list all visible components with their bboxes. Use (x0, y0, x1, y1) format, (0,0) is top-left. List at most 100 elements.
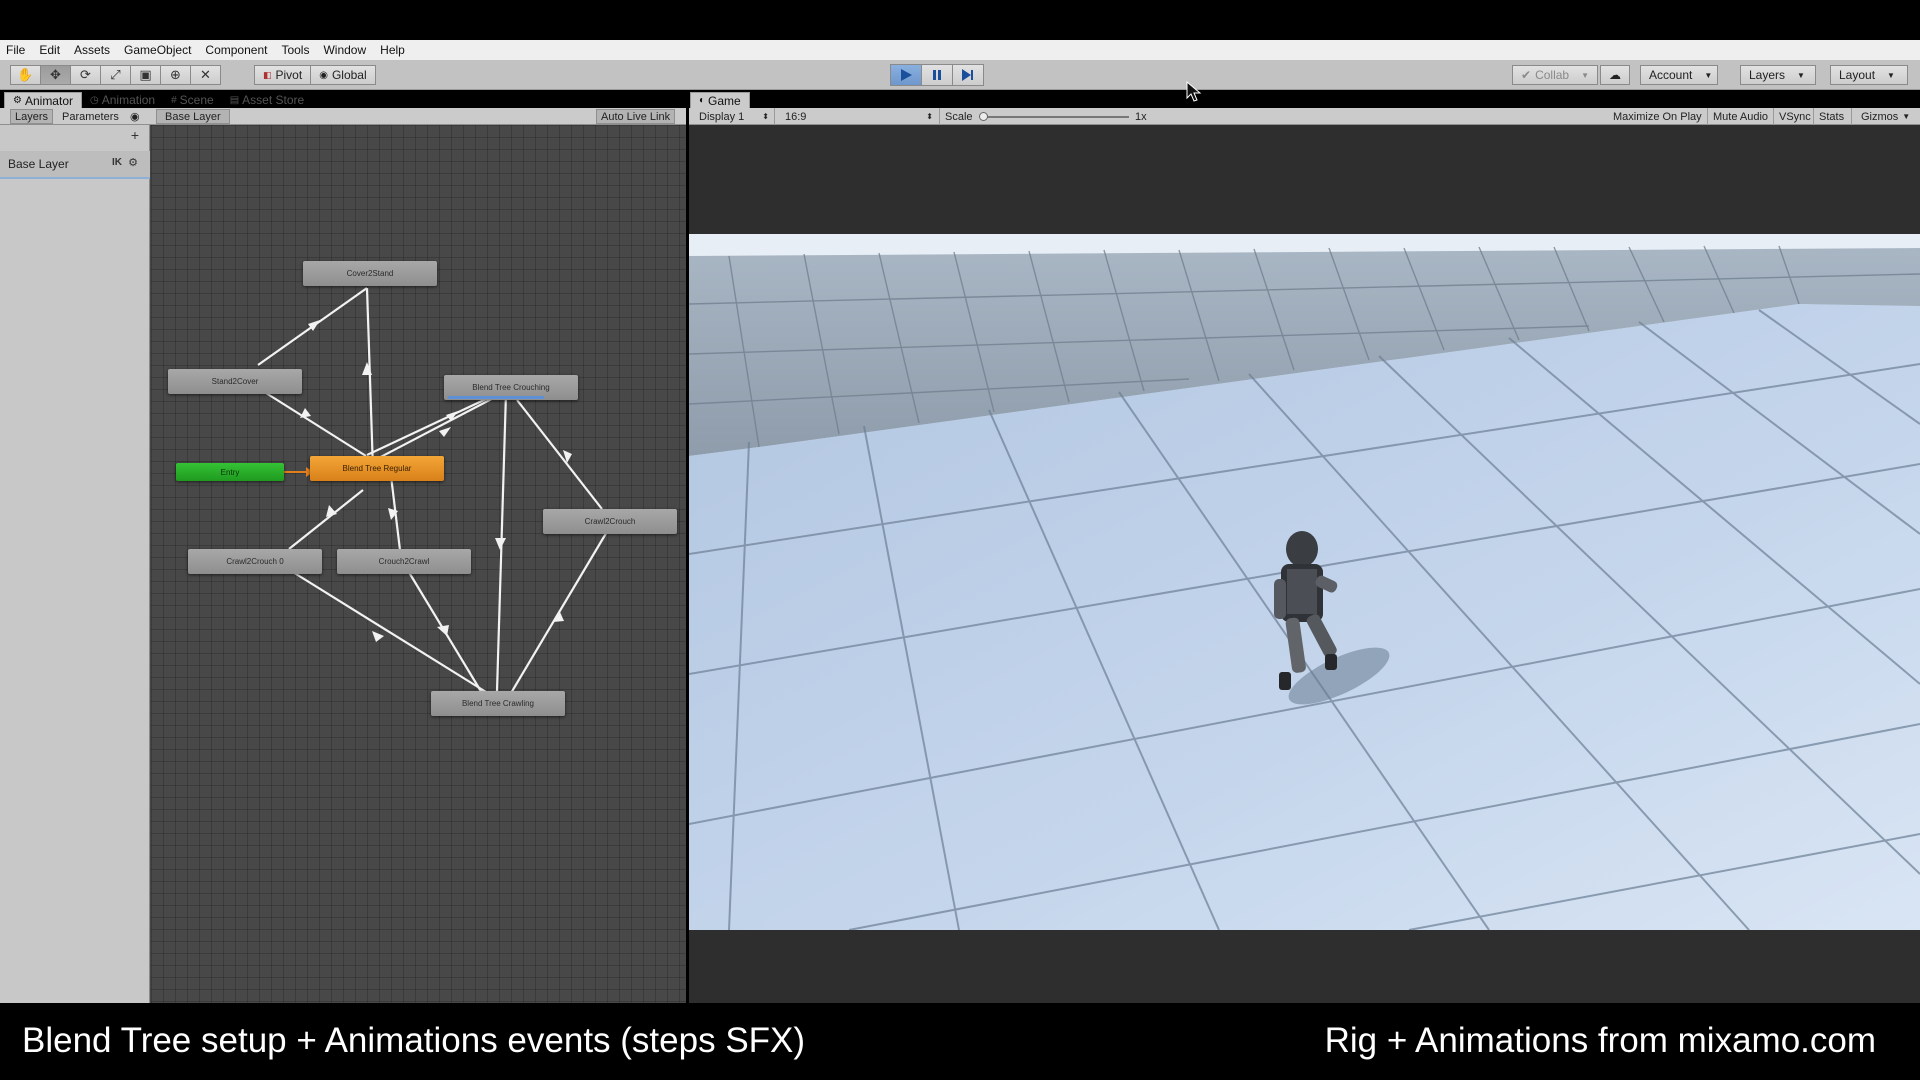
state-stand2cover[interactable]: Stand2Cover (168, 369, 302, 394)
hand-tool-button[interactable]: ✋ (10, 65, 41, 85)
scale-tool-button[interactable]: ⤢ (100, 65, 131, 85)
state-progress-bar (448, 396, 544, 399)
game-viewport[interactable] (689, 234, 1920, 930)
global-button[interactable]: ◉ Global (310, 65, 376, 85)
tools-icon: ✕ (200, 67, 211, 82)
layout-label: Layout (1839, 68, 1876, 82)
tab-game[interactable]: ◐ Game (690, 92, 750, 108)
menu-file[interactable]: File (6, 43, 25, 57)
menu-component[interactable]: Component (205, 43, 267, 57)
stats-toggle[interactable]: Stats (1819, 110, 1844, 123)
animator-icon: ⚙ (13, 95, 22, 106)
animator-panel: Layers Parameters ◉ Base Layer Auto Live… (0, 108, 686, 1003)
game-scene-render (689, 234, 1920, 930)
step-icon (962, 69, 973, 81)
tab-animator[interactable]: ⚙ Animator (4, 92, 82, 108)
account-label: Account (1649, 68, 1693, 82)
parameters-tab-button[interactable]: Parameters (58, 109, 123, 124)
display-dropdown[interactable]: Display 1 ⬍ (699, 110, 769, 123)
left-tab-row: ⚙ Animator ◷ Animation # Scene ▤ Asset Store (4, 92, 312, 108)
scale-slider-track[interactable] (981, 116, 1129, 118)
custom-tool-button[interactable]: ✕ (190, 65, 221, 85)
eye-toggle[interactable]: ◉ (126, 109, 144, 124)
move-tool-button[interactable]: ✥ (40, 65, 71, 85)
step-button[interactable] (952, 64, 984, 86)
state-blend-tree-crouching[interactable]: Blend Tree Crouching (444, 375, 578, 400)
layers-tab-button[interactable]: Layers (10, 109, 54, 124)
state-crouch2crawl[interactable]: Crouch2Crawl (337, 549, 471, 574)
layout-controls: Layout ▼ (1830, 65, 1908, 85)
transform-tool-button[interactable]: ⊕ (160, 65, 191, 85)
store-icon: ▤ (229, 94, 240, 106)
animator-graph[interactable]: Cover2Stand Stand2Cover Blend Tree Crouc… (151, 125, 686, 1003)
account-controls: Account ▼ (1640, 65, 1718, 85)
mouse-cursor-icon (1186, 81, 1202, 102)
transform-icon: ⊕ (170, 67, 181, 82)
state-entry[interactable]: Entry (176, 463, 284, 481)
pivot-controls: ◧ Pivot ◉ Global (254, 65, 376, 85)
move-icon: ✥ (50, 67, 61, 82)
gizmos-label: Gizmos (1861, 110, 1899, 123)
layer-item-base[interactable]: Base Layer IK ⚙ (0, 151, 150, 179)
breadcrumb[interactable]: Base Layer (156, 109, 230, 124)
chevron-down-icon: ▼ (1704, 70, 1713, 80)
collab-button[interactable]: ✔ Collab ▼ (1512, 65, 1599, 85)
gear-icon[interactable]: ⚙ (128, 156, 138, 169)
rect-tool-button[interactable]: ▣ (130, 65, 161, 85)
pause-button[interactable] (921, 64, 953, 86)
account-dropdown[interactable]: Account ▼ (1640, 65, 1718, 85)
menu-gameobject[interactable]: GameObject (124, 43, 191, 57)
tab-scene[interactable]: # Scene (163, 92, 222, 108)
caption-right: Rig + Animations from mixamo.com (1324, 1021, 1876, 1060)
auto-live-link-toggle[interactable]: Auto Live Link (596, 109, 676, 124)
state-crawl2crouch[interactable]: Crawl2Crouch (543, 509, 677, 534)
tab-animation[interactable]: ◷ Animation (82, 92, 163, 108)
game-panel: Display 1 ⬍ 16:9 ⬍ Scale 1x Maximize On Pl… (689, 108, 1920, 1003)
chevron-down-icon: ▼ (1902, 112, 1911, 121)
aspect-dropdown[interactable]: 16:9 ⬍ (785, 110, 933, 123)
state-crawl2crouch-0[interactable]: Crawl2Crouch 0 (188, 549, 322, 574)
menu-tools[interactable]: Tools (281, 43, 309, 57)
pivot-button[interactable]: ◧ Pivot (254, 65, 312, 85)
eye-icon: ◉ (130, 111, 140, 123)
state-blend-tree-crawling[interactable]: Blend Tree Crawling (431, 691, 565, 716)
mute-audio-toggle[interactable]: Mute Audio (1713, 110, 1768, 123)
scale-slider-knob[interactable] (979, 112, 988, 121)
state-label: Blend Tree Crouching (472, 383, 550, 392)
play-button[interactable] (890, 64, 922, 86)
layout-dropdown[interactable]: Layout ▼ (1830, 65, 1908, 85)
separator (774, 108, 775, 125)
aspect-label: 16:9 (785, 110, 807, 123)
pivot-icon: ◧ (263, 69, 272, 80)
layers-dropdown[interactable]: Layers ▼ (1740, 65, 1816, 85)
top-black-bar (0, 0, 1920, 40)
state-cover2stand[interactable]: Cover2Stand (303, 261, 437, 286)
rotate-tool-button[interactable]: ⟳ (70, 65, 101, 85)
check-icon: ✔ (1521, 68, 1532, 82)
collab-controls: ✔ Collab ▼ (1512, 65, 1599, 85)
layers-list: + Base Layer IK ⚙ (0, 125, 150, 1003)
tab-label: Animation (101, 93, 156, 107)
tab-asset-store[interactable]: ▤ Asset Store (222, 92, 312, 108)
menu-assets[interactable]: Assets (74, 43, 110, 57)
tab-label: Asset Store (242, 93, 305, 107)
maximize-on-play-toggle[interactable]: Maximize On Play (1613, 110, 1702, 123)
scale-label: Scale (945, 110, 973, 123)
tab-label: Game (708, 93, 741, 108)
cloud-button[interactable]: ☁ (1600, 65, 1630, 85)
caption-left: Blend Tree setup + Animations events (st… (22, 1021, 806, 1060)
gizmos-dropdown[interactable]: Gizmos ▼ (1861, 110, 1910, 123)
game-toolbar: Display 1 ⬍ 16:9 ⬍ Scale 1x Maximize On Pl… (689, 108, 1920, 125)
global-icon: ◉ (319, 69, 328, 81)
clock-icon: ◷ (90, 94, 99, 106)
main-toolbar: ✋ ✥ ⟳ ⤢ ▣ ⊕ ✕ ◧ Pivot ◉ Global ✔ Collab ▼ ☁ … (0, 60, 1920, 90)
menu-window[interactable]: Window (323, 43, 366, 57)
menu-edit[interactable]: Edit (39, 43, 60, 57)
caption-bar: Blend Tree setup + Animations events (st… (0, 1003, 1920, 1080)
state-blend-tree-regular[interactable]: Blend Tree Regular (310, 456, 444, 481)
vsync-toggle[interactable]: VSync (1779, 110, 1811, 123)
add-layer-button[interactable]: + (131, 127, 139, 143)
menu-help[interactable]: Help (380, 43, 405, 57)
right-tab-row: ◐ Game (690, 92, 750, 108)
chevron-down-icon: ▼ (1887, 70, 1895, 80)
